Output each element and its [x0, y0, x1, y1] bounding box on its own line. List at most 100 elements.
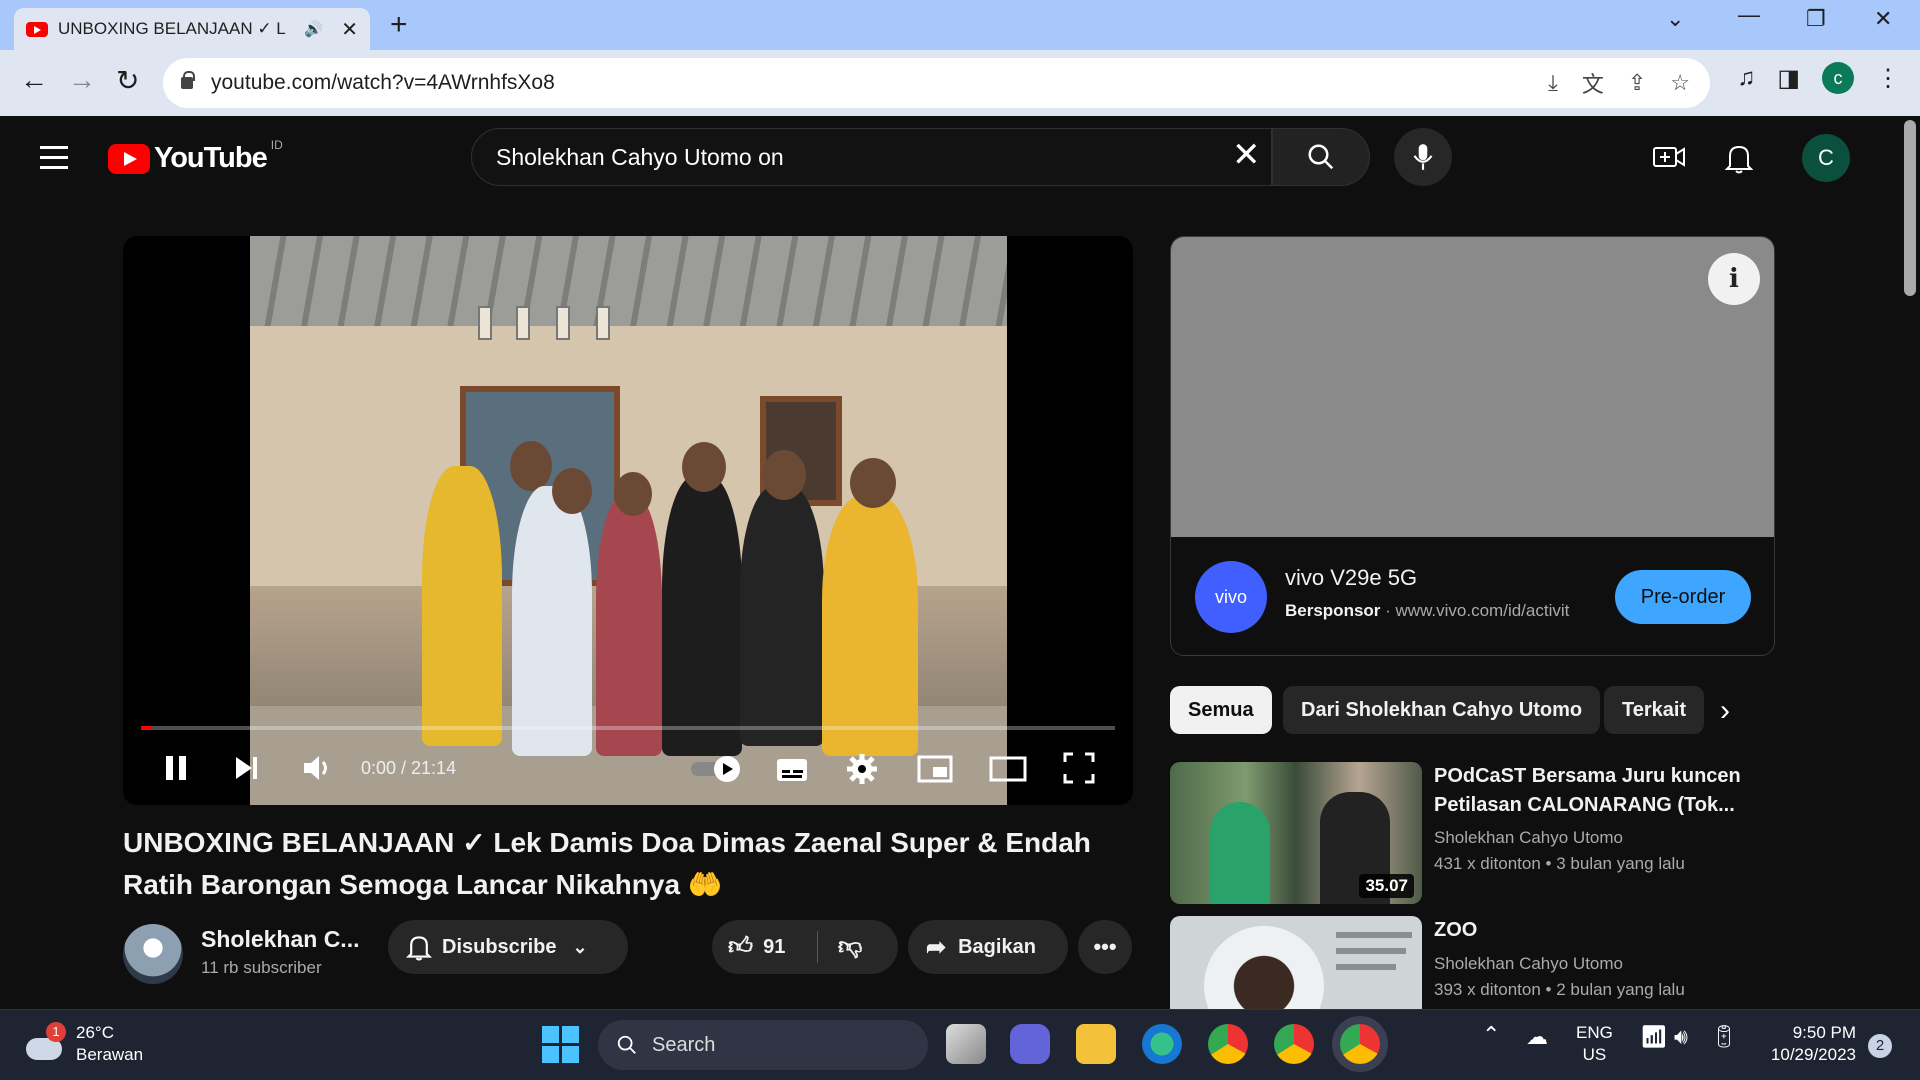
chip-from-channel[interactable]: Dari Sholekhan Cahyo Utomo — [1283, 686, 1601, 734]
restore-button[interactable]: ❐ — [1806, 6, 1826, 32]
recommendation-title[interactable]: ZOO — [1434, 916, 1764, 945]
task-view-icon[interactable] — [946, 1024, 986, 1064]
reload-icon[interactable]: ↻ — [116, 64, 139, 97]
create-video-icon[interactable] — [1652, 142, 1686, 177]
channel-row: Sholekhan C... 11 rb subscriber Disubscr… — [123, 920, 1133, 984]
taskbar-search-label: Search — [652, 1033, 716, 1056]
voice-search-button[interactable] — [1394, 128, 1452, 186]
chevron-right-icon[interactable]: › — [1720, 694, 1730, 728]
recommendation-thumbnail[interactable] — [1170, 916, 1422, 1009]
forward-icon[interactable]: → — [68, 64, 96, 96]
windows-start-icon[interactable] — [540, 1024, 580, 1064]
ad-title[interactable]: vivo V29e 5G — [1285, 565, 1417, 591]
show-hidden-icons-chevron-icon[interactable]: ⌃ — [1482, 1024, 1500, 1046]
share-icon[interactable]: ⇪ — [1628, 70, 1646, 96]
sponsored-ad-card[interactable]: i vivo vivo V29e 5G Bersponsor · www.viv… — [1170, 236, 1775, 656]
tab-close-icon[interactable]: ✕ — [341, 17, 358, 42]
speaker-icon[interactable]: 🔊︎ — [1674, 1026, 1688, 1048]
teams-chat-icon[interactable] — [1010, 1024, 1050, 1064]
menu-kebab-icon[interactable]: ⋮ — [1876, 64, 1900, 93]
chip-all[interactable]: Semua — [1170, 686, 1272, 734]
share-arrow-icon: ➦ — [926, 933, 947, 961]
chip-related[interactable]: Terkait — [1604, 686, 1705, 734]
minimize-button[interactable]: — — [1738, 2, 1760, 28]
ad-media[interactable]: i — [1171, 237, 1774, 537]
preorder-button[interactable]: Pre-order — [1615, 570, 1751, 624]
volume-icon[interactable] — [301, 752, 335, 784]
recommendation-title[interactable]: POdCaST Bersama Juru kuncen Petilasan CA… — [1434, 762, 1764, 820]
pause-icon[interactable] — [163, 754, 189, 782]
file-explorer-icon[interactable] — [1076, 1024, 1116, 1064]
notification-count-badge[interactable]: 2 — [1868, 1034, 1892, 1058]
page-scrollbar[interactable] — [1900, 116, 1920, 1009]
side-panel-icon[interactable]: ◨ — [1777, 64, 1800, 93]
recommendation-channel[interactable]: Sholekhan Cahyo Utomo — [1434, 828, 1623, 848]
browser-tab-strip: UNBOXING BELANJAAN ✓ L 🔊 ✕ + ⌄ — ❐ ✕ — [0, 0, 1920, 50]
more-horizontal-icon: ••• — [1093, 934, 1117, 959]
scrollbar-thumb[interactable] — [1904, 120, 1916, 296]
search-button[interactable] — [1272, 128, 1370, 186]
url-text[interactable]: youtube.com/watch?v=4AWrnhfsXo8 — [211, 71, 555, 95]
recommendation-item[interactable]: ZOO Sholekhan Cahyo Utomo 393 x ditonton… — [1170, 916, 1775, 1009]
dislike-button[interactable]: 👎︎ — [818, 933, 862, 961]
close-window-button[interactable]: ✕ — [1874, 6, 1892, 32]
recommendation-item[interactable]: 35.07 POdCaST Bersama Juru kuncen Petila… — [1170, 762, 1775, 904]
weather-widget[interactable]: 1 — [26, 1022, 66, 1064]
recommendation-channel[interactable]: Sholekhan Cahyo Utomo — [1434, 954, 1623, 974]
translate-icon[interactable]: 文 — [1582, 67, 1604, 99]
new-tab-button[interactable]: + — [390, 8, 408, 42]
wifi-icon[interactable]: 📶︎ — [1640, 1026, 1668, 1048]
video-person-head — [762, 450, 806, 500]
youtube-logo[interactable]: YouTube ID — [108, 138, 283, 175]
search-input[interactable]: Sholekhan Cahyo Utomo on — [471, 128, 1272, 186]
channel-name[interactable]: Sholekhan C... — [201, 926, 359, 953]
ad-info-icon[interactable]: i — [1708, 253, 1760, 305]
search-query[interactable]: Sholekhan Cahyo Utomo on — [496, 144, 784, 171]
youtube-play-icon — [108, 143, 150, 174]
video-frame[interactable] — [250, 236, 1007, 805]
channel-avatar[interactable] — [123, 924, 183, 984]
taskbar-search[interactable]: Search — [598, 1020, 928, 1070]
recommendation-thumbnail[interactable]: 35.07 — [1170, 762, 1422, 904]
clock[interactable]: 9:50 PM 10/29/2023 — [1760, 1022, 1856, 1066]
video-player[interactable]: 0:00 / 21:14 — [123, 236, 1133, 805]
lock-icon[interactable] — [181, 71, 195, 89]
edge-browser-icon[interactable] — [1142, 1024, 1182, 1064]
subtitles-icon[interactable] — [775, 756, 809, 784]
browser-tab-active[interactable]: UNBOXING BELANJAAN ✓ L 🔊 ✕ — [14, 8, 370, 50]
chrome-profile-icon[interactable] — [1274, 1024, 1314, 1064]
next-video-icon[interactable] — [233, 754, 261, 782]
settings-gear-icon[interactable] — [845, 752, 879, 786]
tab-search-icon[interactable]: ⌄ — [1666, 6, 1684, 32]
onedrive-cloud-icon[interactable]: ☁ — [1526, 1026, 1548, 1048]
progress-bar[interactable] — [141, 726, 1115, 730]
notifications-bell-icon[interactable] — [1724, 142, 1754, 179]
guide-menu-icon[interactable] — [40, 146, 68, 176]
theater-mode-icon[interactable] — [989, 754, 1027, 784]
bookmark-star-icon[interactable]: ☆ — [1670, 70, 1690, 96]
subscribe-button[interactable]: Disubscribe ⌄ — [388, 920, 628, 974]
language-indicator[interactable]: ENG US — [1576, 1022, 1613, 1066]
chrome-active-icon[interactable] — [1340, 1024, 1380, 1064]
battery-icon[interactable]: 🔋︎ — [1710, 1026, 1738, 1048]
tab-audio-icon[interactable]: 🔊 — [304, 20, 323, 38]
back-icon[interactable]: ← — [20, 64, 48, 96]
account-avatar[interactable]: C — [1802, 134, 1850, 182]
media-control-icon[interactable]: ♫ — [1737, 64, 1755, 92]
like-button[interactable]: 👍︎ 91 — [712, 931, 818, 963]
video-person — [596, 496, 662, 756]
install-icon[interactable]: ⤓ — [1548, 70, 1558, 96]
chrome-icon[interactable] — [1208, 1024, 1248, 1064]
more-actions-button[interactable]: ••• — [1078, 920, 1132, 974]
address-bar[interactable]: youtube.com/watch?v=4AWrnhfsXo8 ⤓ 文 ⇪ ☆ — [163, 58, 1710, 108]
fullscreen-icon[interactable] — [1063, 752, 1095, 784]
share-button[interactable]: ➦ Bagikan — [908, 920, 1068, 974]
miniplayer-icon[interactable] — [917, 754, 953, 784]
advertiser-logo[interactable]: vivo — [1195, 561, 1267, 633]
clear-search-icon[interactable]: ✕ — [1232, 138, 1261, 172]
profile-avatar[interactable]: c — [1822, 62, 1854, 94]
video-title-text: UNBOXING BELANJAAN ✓ Lek Damis Doa Dimas… — [123, 827, 1091, 900]
autoplay-toggle-icon[interactable] — [689, 754, 743, 784]
weather-text[interactable]: 26°C Berawan — [76, 1022, 143, 1066]
recommendation-views: 393 x ditonton — [1434, 980, 1541, 999]
